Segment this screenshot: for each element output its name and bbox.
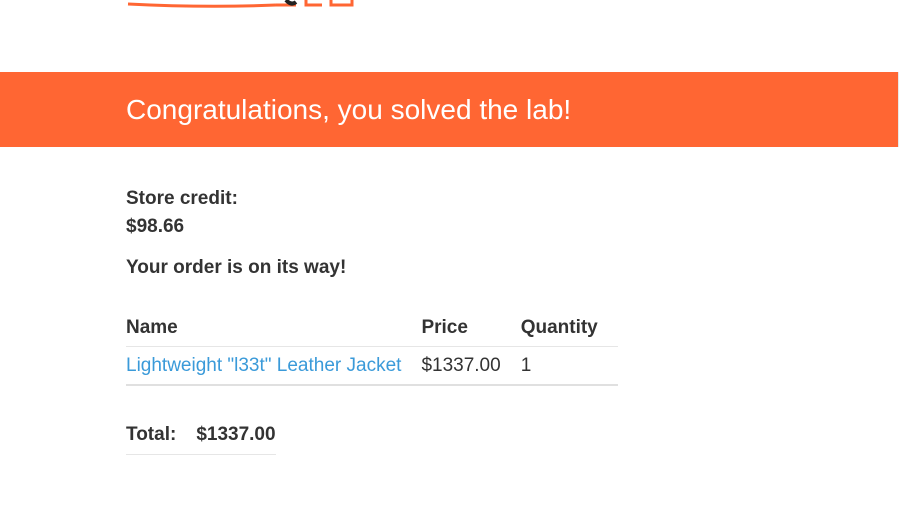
item-name-cell: Lightweight "l33t" Leather Jacket bbox=[126, 346, 422, 386]
store-credit-value: $98.66 bbox=[126, 216, 185, 237]
logo-fragment-icon bbox=[127, 0, 354, 8]
total-label: Total: bbox=[126, 420, 197, 455]
product-link[interactable]: Lightweight "l33t" Leather Jacket bbox=[126, 355, 401, 376]
success-banner: Congratulations, you solved the lab! bbox=[0, 72, 899, 147]
total-value: $1337.00 bbox=[196, 420, 276, 455]
success-message: Congratulations, you solved the lab! bbox=[126, 94, 572, 125]
order-table: Name Price Quantity Lightweight "l33t" L… bbox=[126, 310, 618, 386]
total-table: Total: $1337.00 bbox=[126, 420, 276, 455]
item-price-cell: $1337.00 bbox=[421, 346, 521, 386]
column-header-quantity: Quantity bbox=[520, 310, 618, 347]
table-header-row: Name Price Quantity bbox=[126, 310, 618, 347]
item-quantity-cell: 1 bbox=[520, 346, 618, 386]
column-header-name: Name bbox=[126, 310, 422, 347]
table-row: Lightweight "l33t" Leather Jacket $1337.… bbox=[126, 346, 618, 386]
total-row: Total: $1337.00 bbox=[126, 420, 276, 455]
order-status-message: Your order is on its way! bbox=[126, 257, 347, 278]
column-header-price: Price bbox=[421, 310, 521, 347]
store-credit-label: Store credit: bbox=[126, 188, 238, 209]
